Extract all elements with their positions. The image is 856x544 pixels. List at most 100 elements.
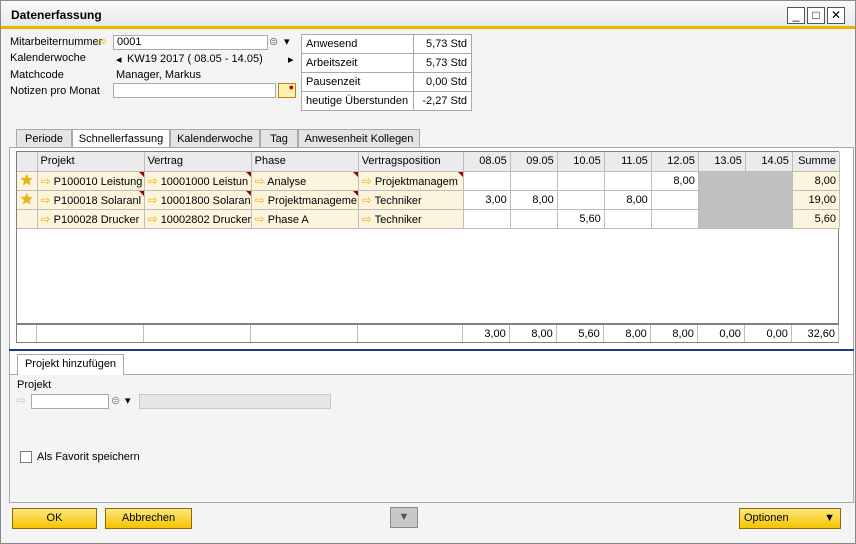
summary-row: Arbeitszeit 5,73 Std	[301, 53, 472, 73]
next-week-icon[interactable]: ▸	[288, 53, 294, 66]
total-cell: 5,60	[556, 324, 604, 342]
chevron-down-icon: ▼	[824, 512, 835, 524]
hours-cell-weekend	[698, 209, 746, 229]
list-icon[interactable]: ⊜	[269, 35, 278, 48]
list-icon[interactable]: ⊜	[111, 394, 120, 407]
hours-cell[interactable]	[510, 171, 558, 191]
summary-label: Anwesend	[301, 34, 414, 54]
favorite-star-icon[interactable]: ★	[17, 171, 38, 191]
collapse-arrow-icon[interactable]: ▼	[390, 507, 418, 528]
hours-cell[interactable]	[651, 209, 699, 229]
row-sum-cell: 8,00	[792, 171, 841, 191]
notes-label: Notizen pro Monat	[10, 85, 100, 97]
prev-week-icon[interactable]: ◂	[116, 53, 122, 66]
hours-cell[interactable]	[604, 209, 652, 229]
title-accent-line	[1, 26, 855, 29]
totals-row: 3,00 8,00 5,60 8,00 8,00 0,00 0,00 32,60	[16, 323, 840, 342]
header-summe[interactable]: Summe	[792, 152, 841, 172]
header-vertragsposition[interactable]: Vertragsposition	[358, 152, 464, 172]
hours-cell-weekend	[745, 209, 793, 229]
hours-cell-weekend	[698, 190, 746, 210]
link-arrow-icon[interactable]: ⇨	[97, 34, 107, 48]
phase-cell[interactable]: ⇨ Phase A	[251, 209, 359, 229]
favorite-checkbox[interactable]	[20, 451, 32, 463]
summary-row: Pausenzeit 0,00 Std	[301, 72, 472, 92]
employee-number-field[interactable]: 0001	[113, 35, 268, 50]
header-vertrag[interactable]: Vertrag	[144, 152, 252, 172]
totals-blank	[16, 324, 37, 342]
header-day[interactable]: 11.05	[604, 152, 652, 172]
header-day[interactable]: 12.05	[651, 152, 699, 172]
favorite-star-icon[interactable]: ★	[17, 190, 38, 210]
phase-cell[interactable]: ⇨ Projektmanageme	[251, 190, 359, 210]
phase-cell[interactable]: ⇨ Analyse	[251, 171, 359, 191]
position-cell[interactable]: ⇨ Techniker	[358, 209, 464, 229]
hours-cell[interactable]	[604, 171, 652, 191]
summary-value: 5,73 Std	[413, 53, 472, 73]
hours-cell[interactable]	[463, 209, 511, 229]
hours-cell[interactable]: 3,00	[463, 190, 511, 210]
table-row: ⇨ P100028 Drucker ⇨ 10002802 Drucker ⇨ P…	[17, 209, 841, 229]
header-phase[interactable]: Phase	[251, 152, 359, 172]
project-cell[interactable]: ⇨ P100028 Drucker	[37, 209, 145, 229]
matchcode-label: Matchcode	[10, 69, 64, 81]
contract-cell[interactable]: ⇨ 10001800 Solaran	[144, 190, 252, 210]
notes-editor-icon[interactable]: ●	[278, 82, 296, 98]
summary-label: Arbeitszeit	[301, 53, 414, 73]
header-day[interactable]: 08.05	[463, 152, 511, 172]
header-day[interactable]: 10.05	[557, 152, 605, 172]
position-cell[interactable]: ⇨ Projektmanagem	[358, 171, 464, 191]
project-label: Projekt	[17, 379, 52, 391]
calendar-week-label: Kalenderwoche	[10, 52, 86, 64]
favorite-checkbox-label: Als Favorit speichern	[37, 451, 140, 463]
header-day[interactable]: 13.05	[698, 152, 746, 172]
project-cell[interactable]: ⇨ P100010 Leistung	[37, 171, 145, 191]
contract-cell[interactable]: ⇨ 10002802 Drucker	[144, 209, 252, 229]
totals-blank	[250, 324, 358, 342]
favorite-empty-cell[interactable]	[17, 209, 38, 229]
hours-cell[interactable]: 5,60	[557, 209, 605, 229]
dropdown-arrow-icon[interactable]: ▾	[125, 394, 131, 407]
table-row: ★ ⇨ P100010 Leistung ⇨ 10001000 Leistun …	[17, 171, 841, 191]
hours-cell-weekend	[698, 171, 746, 191]
options-label: Optionen	[744, 512, 789, 524]
header-fav	[17, 152, 38, 172]
header-day[interactable]: 09.05	[510, 152, 558, 172]
tab-tag[interactable]: Tag	[260, 129, 298, 149]
position-cell[interactable]: ⇨ Techniker	[358, 190, 464, 210]
grid-header-row: Projekt Vertrag Phase Vertragsposition 0…	[17, 152, 841, 172]
contract-cell[interactable]: ⇨ 10001000 Leistun	[144, 171, 252, 191]
tab-kalenderwoche[interactable]: Kalenderwoche	[170, 129, 260, 149]
tab-periode[interactable]: Periode	[16, 129, 72, 149]
hours-cell[interactable]: 8,00	[604, 190, 652, 210]
matchcode-value: Manager, Markus	[116, 69, 201, 81]
project-input[interactable]	[31, 394, 109, 409]
cancel-button[interactable]: Abbrechen	[105, 508, 192, 529]
dropdown-arrow-icon[interactable]: ▾	[284, 35, 290, 48]
tab-anwesenheit-kollegen[interactable]: Anwesenheit Kollegen	[298, 129, 420, 149]
project-cell[interactable]: ⇨ P100018 Solaranl	[37, 190, 145, 210]
notes-field[interactable]	[113, 83, 276, 98]
total-cell: 0,00	[744, 324, 792, 342]
hours-cell[interactable]	[557, 190, 605, 210]
hours-cell[interactable]: 8,00	[510, 190, 558, 210]
window-title: Datenerfassung	[11, 8, 102, 22]
hours-cell[interactable]	[557, 171, 605, 191]
ok-button[interactable]: OK	[12, 508, 97, 529]
header-day[interactable]: 14.05	[745, 152, 793, 172]
hours-cell[interactable]	[463, 171, 511, 191]
tab-projekt-hinzufuegen[interactable]: Projekt hinzufügen	[17, 354, 124, 375]
options-button[interactable]: Optionen ▼	[739, 508, 841, 529]
total-cell: 8,00	[603, 324, 651, 342]
hours-cell[interactable]	[651, 190, 699, 210]
minimize-button[interactable]: _	[787, 7, 805, 24]
maximize-button[interactable]: □	[807, 7, 825, 24]
project-description-field	[139, 394, 331, 409]
total-cell: 3,00	[462, 324, 510, 342]
close-button[interactable]: ✕	[827, 7, 845, 24]
totals-blank	[357, 324, 463, 342]
link-arrow-icon-disabled: ⇨	[16, 393, 27, 407]
hours-cell[interactable]	[510, 209, 558, 229]
header-projekt[interactable]: Projekt	[37, 152, 145, 172]
hours-cell[interactable]: 8,00	[651, 171, 699, 191]
